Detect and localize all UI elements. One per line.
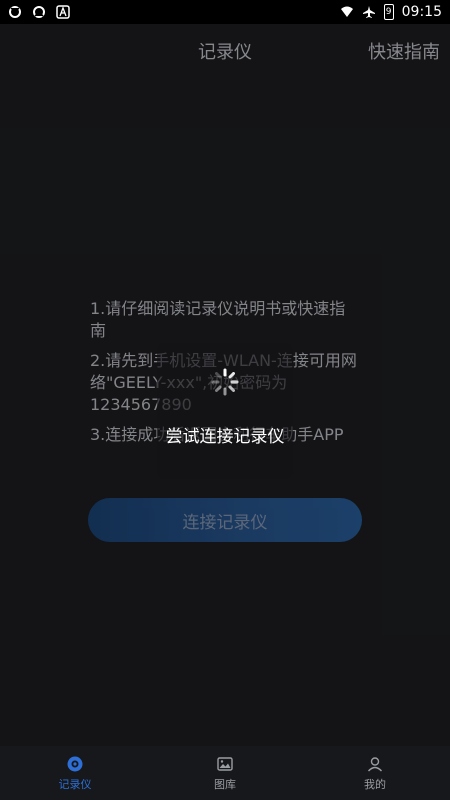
wifi-icon [340,6,353,17]
tab-recorder-label: 记录仪 [58,777,92,791]
battery-level: 9 [385,7,392,17]
spinner-icon [211,368,239,396]
clock: 09:15 [401,4,442,20]
profile-icon [367,756,383,771]
tab-gallery-label: 图库 [214,777,236,791]
sync-icon [9,6,21,18]
tab-recorder[interactable]: 记录仪 [0,746,150,800]
bottom-nav: 记录仪 图库 我的 [0,746,450,800]
loading-text: 尝试连接记录仪 [165,427,285,447]
text-a-icon [56,5,70,19]
tab-profile-label: 我的 [364,777,386,791]
loading-dialog: 尝试连接记录仪 [157,343,293,479]
gallery-icon [217,756,233,771]
sync-icon [33,6,45,18]
dashcam-icon [67,756,83,771]
airplane-icon [362,6,375,18]
tab-gallery[interactable]: 图库 [150,746,300,800]
tab-profile[interactable]: 我的 [300,746,450,800]
status-bar: 9 09:15 [0,0,450,24]
battery-icon: 9 [383,4,394,20]
